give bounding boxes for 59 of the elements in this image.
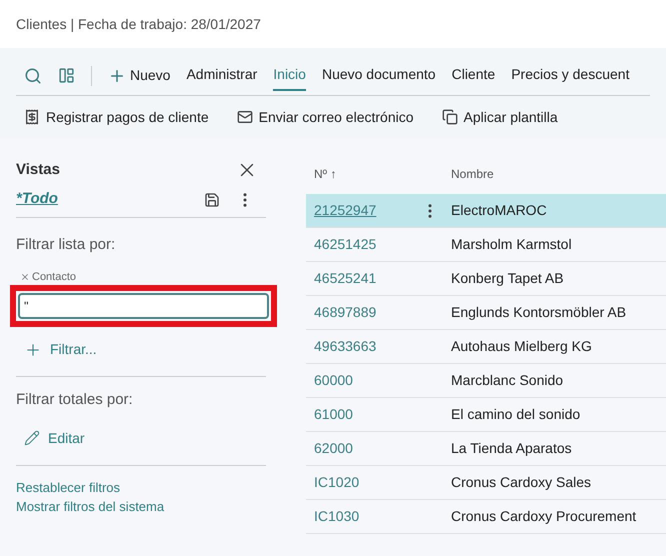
ribbon-tab[interactable]: Inicio [273, 60, 306, 91]
ribbon-tab[interactable]: Cliente [452, 60, 496, 91]
action-button[interactable]: Registrar pagos de cliente [24, 106, 209, 128]
customer-number[interactable]: 49633663 [306, 336, 416, 357]
search-icon[interactable] [24, 66, 42, 84]
table-row[interactable]: 46525241 Konberg Tapet AB [306, 262, 666, 296]
column-header[interactable]: Nombre [443, 165, 494, 183]
customer-name: Cronus Cardoxy Procurement [450, 507, 636, 526]
edit-button[interactable]: Editar [24, 428, 266, 448]
table-row[interactable]: 62000 La Tienda Aparatos [306, 432, 666, 466]
table-row[interactable]: 60000 Marcblanc Sonido [306, 364, 666, 398]
customer-name: La Tienda Aparatos [450, 439, 572, 458]
ribbon-tab[interactable]: Nuevo documento [322, 60, 436, 91]
customer-name: El camino del sonido [450, 405, 580, 424]
save-icon[interactable] [204, 192, 220, 208]
customer-number[interactable]: IC1020 [306, 472, 416, 493]
receipt-icon [24, 109, 40, 125]
customer-number[interactable]: IC1030 [306, 506, 416, 527]
add-filter-button[interactable]: Filtrar... [24, 339, 266, 360]
pencil-icon [24, 430, 40, 446]
page-title: Clientes | Fecha de trabajo: 28/01/2027 [16, 14, 261, 34]
copy-icon [442, 109, 458, 125]
filter-field-label: Contacto [32, 270, 76, 284]
table-row[interactable]: 49633663 Autohaus Mielberg KG [306, 330, 666, 364]
view-link[interactable]: *Todo [16, 188, 58, 211]
customer-name: ElectroMAROC [450, 201, 547, 220]
table-row[interactable]: 46251425 Marsholm Karmstol [306, 228, 666, 262]
customer-name: Marcblanc Sonido [450, 371, 564, 390]
filter-list-title: Filtrar lista por: [16, 235, 116, 255]
action-button[interactable]: Enviar correo electrónico [236, 106, 414, 128]
table-row[interactable]: 61000 El camino del sonido [306, 398, 666, 432]
customer-name: Englunds Kontorsmöbler AB [450, 303, 626, 322]
customer-number[interactable]: 46525241 [306, 268, 416, 289]
customer-number[interactable]: 46251425 [306, 234, 416, 255]
filter-link[interactable]: Restablecer filtros [16, 478, 266, 496]
table-row[interactable]: 46897889 Englunds Kontorsmöbler AB [306, 296, 666, 330]
new-button[interactable]: Nuevo [108, 65, 170, 86]
customer-name: Autohaus Mielberg KG [450, 337, 592, 356]
mail-icon [236, 109, 253, 125]
layout-icon[interactable] [58, 67, 75, 84]
ribbon-tab[interactable]: Precios y descuent [511, 60, 630, 91]
table-row[interactable]: IC1030 Cronus Cardoxy Procurement [306, 500, 666, 534]
customer-name: Konberg Tapet AB [450, 269, 564, 288]
views-title: Vistas [16, 160, 60, 180]
customer-name: Marsholm Karmstol [450, 235, 572, 254]
customer-number[interactable]: 60000 [306, 370, 416, 391]
filter-link[interactable]: Mostrar filtros del sistema [16, 496, 266, 516]
customer-number[interactable]: 46897889 [306, 302, 416, 323]
table-row[interactable]: IC1020 Cronus Cardoxy Sales [306, 466, 666, 500]
action-button[interactable]: Aplicar plantilla [442, 106, 558, 128]
filter-input[interactable]: '' [18, 293, 269, 319]
ribbon-tab[interactable]: Administrar [186, 60, 258, 91]
customer-number[interactable]: 61000 [306, 404, 416, 425]
customer-number[interactable]: 62000 [306, 438, 416, 459]
customer-name: Cronus Cardoxy Sales [450, 473, 592, 492]
column-header[interactable]: Nº ↑ [306, 165, 443, 183]
remove-icon[interactable] [20, 272, 30, 282]
filter-totals-title: Filtrar totales por: [16, 390, 134, 410]
table-row[interactable]: 21252947 ElectroMAROC [306, 194, 666, 228]
